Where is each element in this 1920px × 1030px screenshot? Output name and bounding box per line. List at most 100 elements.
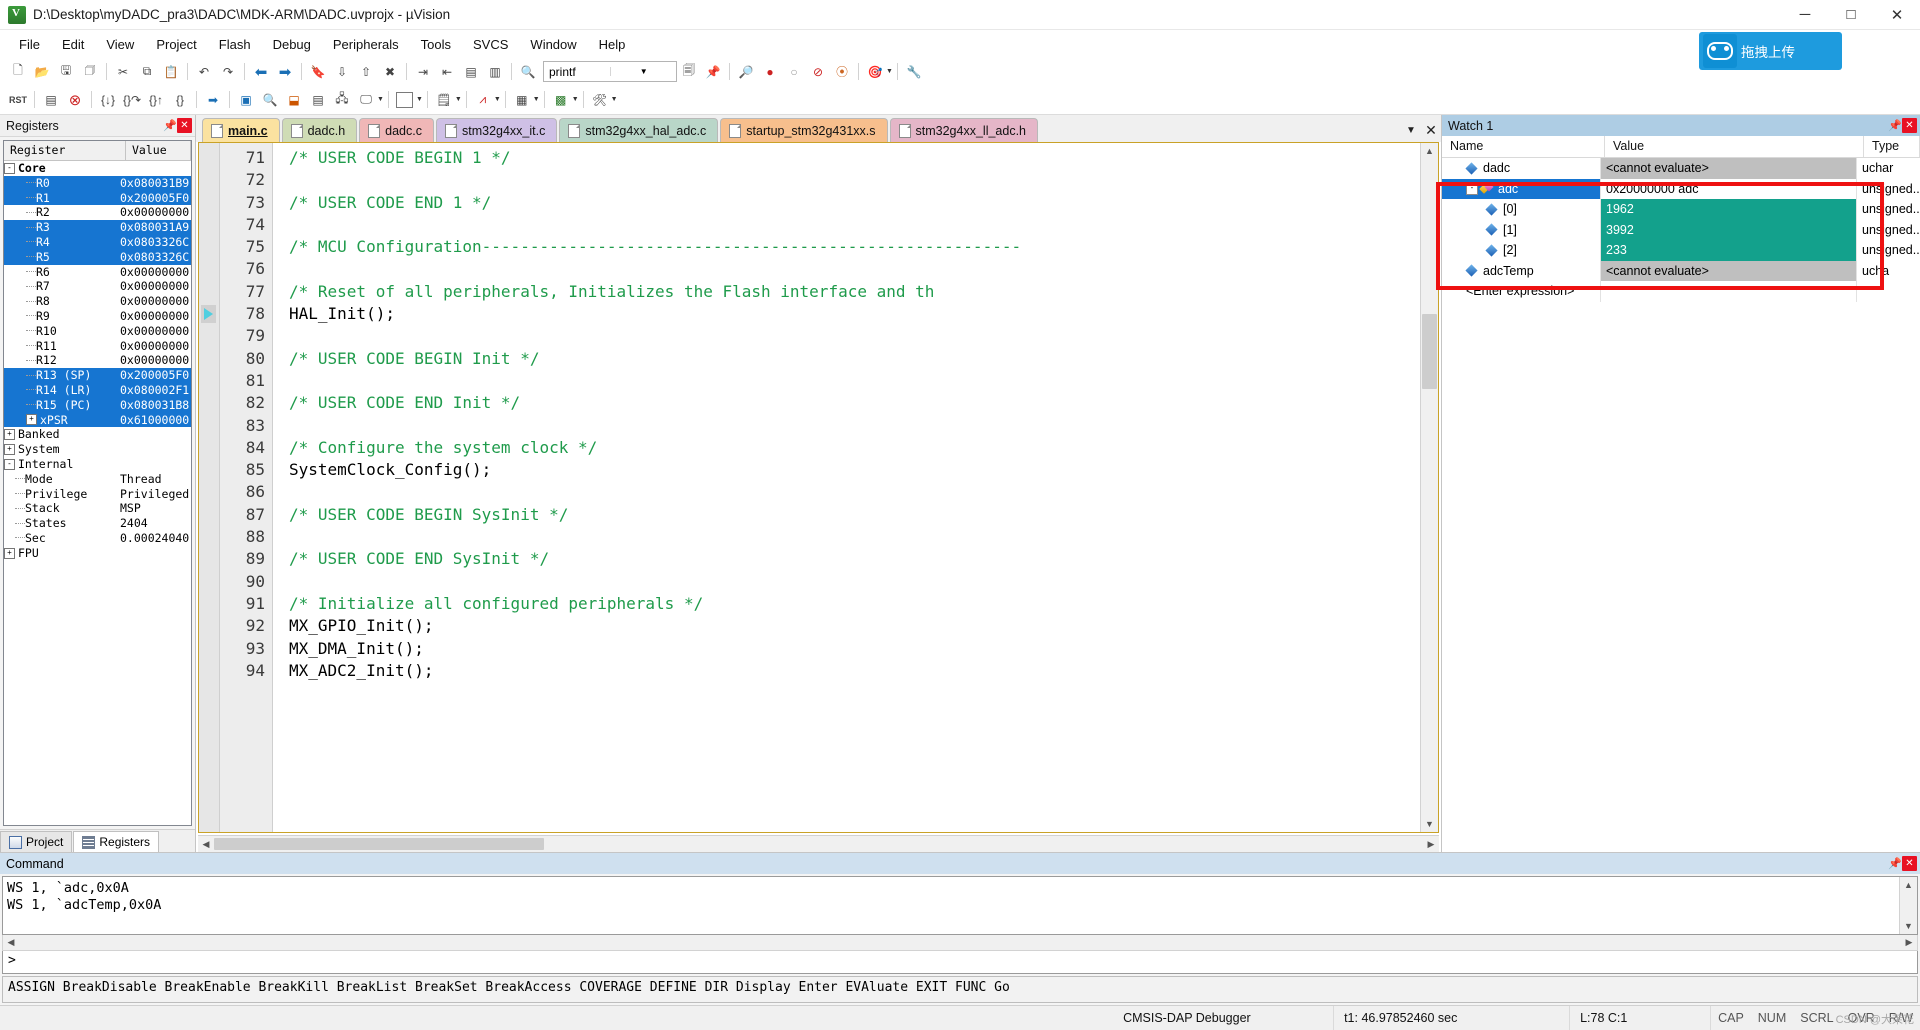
register-row[interactable]: + xPSR 0x61000000: [4, 412, 191, 428]
uncomment-icon[interactable]: ▥: [484, 61, 506, 82]
browse-icon[interactable]: 🗐: [678, 61, 700, 82]
open-folder-icon[interactable]: 📂: [31, 61, 53, 82]
save-all-icon[interactable]: 🗇: [79, 61, 101, 82]
register-value-cell[interactable]: 0.00024040: [119, 531, 191, 546]
code-line[interactable]: /* MCU Configuration--------------------…: [273, 236, 1420, 258]
code-line[interactable]: /* Configure the system clock */: [273, 437, 1420, 459]
scroll-track[interactable]: [1421, 159, 1438, 816]
serial-window-icon[interactable]: 🖵: [355, 89, 377, 110]
editor-tab-stm32g4xx-ll-adc-h[interactable]: stm32g4xx_ll_adc.h: [889, 118, 1038, 142]
code-line[interactable]: /* USER CODE END Init */: [273, 392, 1420, 414]
registers-grid[interactable]: Register Value - Core R0 0x080031B9 R1 0x2000…: [3, 140, 192, 826]
code-line[interactable]: /* USER CODE END SysInit */: [273, 548, 1420, 570]
register-row[interactable]: + System: [4, 442, 191, 457]
nav-forward-icon[interactable]: ➡: [274, 61, 296, 82]
menu-edit[interactable]: Edit: [51, 33, 95, 56]
comment-icon[interactable]: ▤: [460, 61, 482, 82]
register-row[interactable]: R6 0x00000000: [4, 265, 191, 280]
run-icon[interactable]: ▤: [40, 89, 62, 110]
scroll-up-icon[interactable]: ▲: [1900, 877, 1917, 893]
save-icon[interactable]: 🖫: [55, 61, 77, 82]
code-line[interactable]: /* Reset of all peripherals, Initializes…: [273, 281, 1420, 303]
register-value-cell[interactable]: 0x00000000: [119, 205, 191, 220]
register-value-cell[interactable]: 0x00000000: [119, 324, 191, 339]
chevron-down-icon[interactable]: ▼: [1401, 119, 1421, 142]
watch-value-cell[interactable]: 0x20000000 adc: [1600, 178, 1856, 199]
pin-icon[interactable]: 📌: [1888, 857, 1902, 870]
register-row[interactable]: R1 0x200005F0: [4, 190, 191, 206]
breakpoint-gutter[interactable]: [199, 143, 220, 832]
code-line[interactable]: MX_ADC2_Init();: [273, 660, 1420, 682]
register-value-cell[interactable]: 0x00000000: [119, 339, 191, 354]
code-line[interactable]: [273, 481, 1420, 503]
register-row[interactable]: + FPU: [4, 546, 191, 561]
register-row[interactable]: R0 0x080031B9: [4, 175, 191, 191]
watch-name-cell[interactable]: adcTemp: [1442, 261, 1600, 282]
stop-icon[interactable]: ⊗: [64, 89, 86, 110]
bookmark-next-icon[interactable]: ⇩: [331, 61, 353, 82]
upload-button[interactable]: 拖拽上传: [1699, 32, 1842, 70]
expand-toggle-icon[interactable]: +: [26, 414, 37, 426]
watch-value-cell[interactable]: [1600, 281, 1856, 302]
memory-window-icon[interactable]: 🖧: [331, 89, 353, 110]
pin-icon[interactable]: 📌: [163, 119, 177, 132]
disassembly-icon[interactable]: ▣: [235, 89, 257, 110]
editor-tab-main-c[interactable]: main.c: [202, 118, 280, 142]
register-value-cell[interactable]: 0x080031A9: [119, 220, 191, 235]
register-value-cell[interactable]: 0x0803326C: [119, 235, 191, 250]
register-row[interactable]: R7 0x00000000: [4, 279, 191, 294]
hscroll-track[interactable]: [19, 936, 1901, 950]
code-line[interactable]: /* USER CODE BEGIN SysInit */: [273, 504, 1420, 526]
editor-tab-stm32g4xx-it-c[interactable]: stm32g4xx_it.c: [435, 118, 558, 142]
function-combo[interactable]: printf ▼: [543, 61, 677, 82]
run-to-cursor-icon[interactable]: {}: [169, 89, 191, 110]
editor-tab-startup-stm32g431xx-s[interactable]: startup_stm32g431xx.s: [720, 118, 888, 142]
expand-toggle-icon[interactable]: +: [4, 444, 15, 456]
code-line[interactable]: MX_DMA_Init();: [273, 638, 1420, 660]
menu-file[interactable]: File: [8, 33, 51, 56]
watch-name-cell[interactable]: dadc: [1442, 158, 1600, 179]
watch-name-cell[interactable]: <Enter expression>: [1442, 281, 1600, 302]
register-row[interactable]: Mode Thread: [4, 472, 191, 487]
hscroll-track[interactable]: [214, 837, 1423, 851]
bookmark-prev-icon[interactable]: ⇧: [355, 61, 377, 82]
register-value-cell[interactable]: Thread: [119, 472, 191, 487]
close-button[interactable]: ✕: [1874, 0, 1920, 29]
register-value-cell[interactable]: 0x00000000: [119, 265, 191, 280]
watch-window-icon[interactable]: ▤: [307, 89, 329, 110]
command-horizontal-scrollbar[interactable]: ◀ ▶: [2, 935, 1918, 951]
expand-toggle-icon[interactable]: +: [4, 547, 15, 559]
watch-row[interactable]: <Enter expression>: [1442, 281, 1920, 302]
code-line[interactable]: /* USER CODE BEGIN Init */: [273, 348, 1420, 370]
scroll-down-icon[interactable]: ▼: [1421, 816, 1438, 832]
reset-icon[interactable]: RST: [7, 89, 29, 110]
chevron-down-icon[interactable]: ▼: [416, 96, 423, 103]
register-value-cell[interactable]: 0x080031B9: [119, 176, 191, 191]
register-value-cell[interactable]: 0x00000000: [119, 353, 191, 368]
register-row[interactable]: R15 (PC) 0x080031B8: [4, 397, 191, 413]
scroll-right-icon[interactable]: ▶: [1423, 839, 1439, 850]
breakpoint-icon[interactable]: ●: [759, 61, 781, 82]
menu-view[interactable]: View: [95, 33, 145, 56]
column-header-value[interactable]: Value: [126, 141, 191, 160]
menu-debug[interactable]: Debug: [262, 33, 322, 56]
pin-icon[interactable]: 📌: [1888, 119, 1902, 132]
command-vertical-scrollbar[interactable]: ▲ ▼: [1899, 877, 1917, 934]
scroll-up-icon[interactable]: ▲: [1421, 143, 1438, 159]
close-icon[interactable]: ✕: [1421, 119, 1441, 142]
code-line[interactable]: [273, 169, 1420, 191]
code-line[interactable]: [273, 415, 1420, 437]
hscroll-thumb[interactable]: [214, 838, 544, 850]
code-line[interactable]: /* Initialize all configured peripherals…: [273, 593, 1420, 615]
menu-project[interactable]: Project: [145, 33, 207, 56]
register-row[interactable]: R11 0x00000000: [4, 339, 191, 354]
register-row[interactable]: Privilege Privileged: [4, 487, 191, 502]
nav-back-icon[interactable]: ⬅: [250, 61, 272, 82]
register-value-cell[interactable]: 0x080031B8: [119, 398, 191, 413]
code-line[interactable]: [273, 258, 1420, 280]
find-in-files-icon[interactable]: 🔍: [517, 61, 539, 82]
code-line[interactable]: [273, 526, 1420, 548]
watch-value-cell[interactable]: 1962: [1600, 199, 1856, 220]
register-row[interactable]: Sec 0.00024040: [4, 531, 191, 546]
register-row[interactable]: R9 0x00000000: [4, 309, 191, 324]
